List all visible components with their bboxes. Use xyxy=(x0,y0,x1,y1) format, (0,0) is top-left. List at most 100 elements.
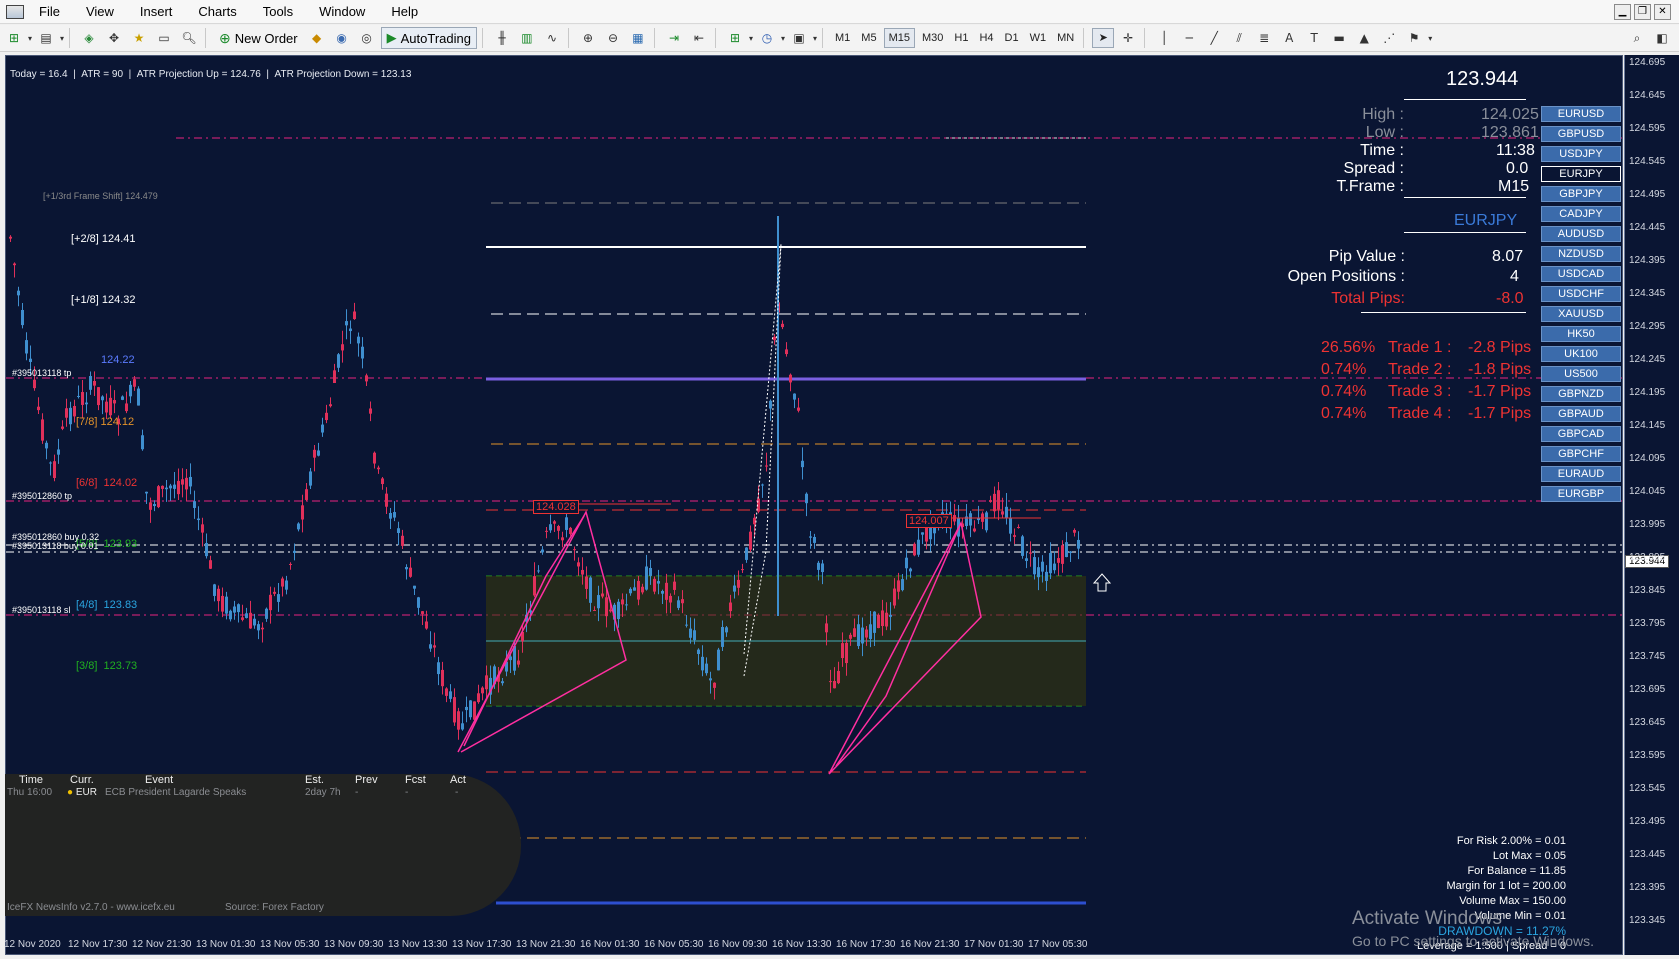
zoom-in-icon[interactable]: ⊕ xyxy=(577,27,599,49)
price-tick: 123.345 xyxy=(1629,915,1666,926)
symbol-button-eurusd[interactable]: EURUSD xyxy=(1541,106,1621,122)
timeframe-h1[interactable]: H1 xyxy=(950,28,972,48)
vertical-line-icon[interactable]: │ xyxy=(1153,27,1175,49)
symbol-button-cadjpy[interactable]: CADJPY xyxy=(1541,206,1621,222)
templates-icon[interactable]: ▣ xyxy=(788,27,810,49)
bar-chart-icon[interactable]: ╫ xyxy=(491,27,513,49)
news-header-prev: Prev xyxy=(355,774,378,786)
dropdown-icon[interactable]: ▾ xyxy=(749,27,753,49)
data-window-icon[interactable]: ★ xyxy=(128,27,150,49)
level-4-8: [4/8] 123.83 xyxy=(76,599,137,611)
text-icon[interactable]: A xyxy=(1278,27,1300,49)
zoom-out-icon[interactable]: ⊖ xyxy=(602,27,624,49)
tile-windows-icon[interactable]: ▦ xyxy=(627,27,649,49)
menu-tools[interactable]: Tools xyxy=(250,0,306,24)
symbol-button-euraud[interactable]: EURAUD xyxy=(1541,466,1621,482)
menu-file[interactable]: File xyxy=(26,0,73,24)
news-fcst: - xyxy=(405,787,409,798)
market-watch-icon[interactable]: ◈ xyxy=(78,27,100,49)
profiles-icon[interactable]: ▤ xyxy=(35,27,57,49)
horizontal-line-icon[interactable]: ─ xyxy=(1178,27,1200,49)
new-chart-icon[interactable]: ⊞ xyxy=(3,27,25,49)
time-label: Time : xyxy=(1360,142,1404,159)
timeframe-w1[interactable]: W1 xyxy=(1026,28,1051,48)
autotrading-button[interactable]: ▶ AutoTrading xyxy=(380,27,477,49)
market-icon[interactable]: ◎ xyxy=(356,27,378,49)
channel-icon[interactable]: ⫽ xyxy=(1228,27,1250,49)
symbol-button-nzdusd[interactable]: NZDUSD xyxy=(1541,246,1621,262)
time-tick: 16 Nov 17:30 xyxy=(836,939,896,950)
search-icon[interactable]: ⌕ xyxy=(1626,27,1648,49)
symbol-button-hk50[interactable]: HK50 xyxy=(1541,326,1621,342)
timeframe-m5[interactable]: M5 xyxy=(857,28,880,48)
chart-shift-icon[interactable]: ⇤ xyxy=(688,27,710,49)
gann-icon[interactable]: ⋰ xyxy=(1378,27,1400,49)
frame-shift-label: [+1/3rd Frame Shift] 124.479 xyxy=(43,191,158,201)
menu-insert[interactable]: Insert xyxy=(127,0,186,24)
symbol-button-eurjpy[interactable]: EURJPY xyxy=(1541,166,1621,182)
tester-icon[interactable]: 🔍︎ xyxy=(178,27,200,49)
metaeditor-icon[interactable]: ◆ xyxy=(306,27,328,49)
symbol-button-gbpusd[interactable]: GBPUSD xyxy=(1541,126,1621,142)
symbol-button-eurgbp[interactable]: EURGBP xyxy=(1541,486,1621,502)
order-label-buy: #395013118 buy 0.01 xyxy=(12,541,99,551)
dropdown-icon[interactable]: ▾ xyxy=(781,27,785,49)
timeframe-m1[interactable]: M1 xyxy=(831,28,854,48)
symbol-button-gbpcad[interactable]: GBPCAD xyxy=(1541,426,1621,442)
toolbar: ⊞ ▾ ▤ ▾ ◈ ✥ ★ ▭ 🔍︎ ⊕ New Order ◆ ◉ ◎ ▶ Aut… xyxy=(0,25,1679,52)
candlestick-icon[interactable]: ▥ xyxy=(516,27,538,49)
menu-help[interactable]: Help xyxy=(378,0,431,24)
symbol-button-gbpnzd[interactable]: GBPNZD xyxy=(1541,386,1621,402)
terminal-icon[interactable]: ▭ xyxy=(153,27,175,49)
triangle-icon[interactable]: ▲ xyxy=(1353,27,1375,49)
signals-icon[interactable]: ◉ xyxy=(331,27,353,49)
indicators-icon[interactable]: ⊞ xyxy=(724,27,746,49)
spread-label: Spread : xyxy=(1343,160,1404,177)
fibonacci-icon[interactable]: ≣ xyxy=(1253,27,1275,49)
trendline-icon[interactable]: ╱ xyxy=(1203,27,1225,49)
symbol-button-usdcad[interactable]: USDCAD xyxy=(1541,266,1621,282)
timeframe-mn[interactable]: MN xyxy=(1053,28,1078,48)
dropdown-icon[interactable]: ▾ xyxy=(28,27,32,49)
cursor-icon[interactable]: ➤ xyxy=(1092,28,1115,48)
symbol-button-usdjpy[interactable]: USDJPY xyxy=(1541,146,1621,162)
dropdown-icon[interactable]: ▾ xyxy=(60,27,64,49)
restore-icon[interactable]: ❐ xyxy=(1634,4,1651,20)
timeframe-h4[interactable]: H4 xyxy=(975,28,997,48)
symbol-button-usdchf[interactable]: USDCHF xyxy=(1541,286,1621,302)
menu-charts[interactable]: Charts xyxy=(185,0,249,24)
minimize-icon[interactable]: ▁ xyxy=(1614,4,1631,20)
price-tick: 124.145 xyxy=(1629,420,1666,431)
symbol-button-us500[interactable]: US500 xyxy=(1541,366,1621,382)
line-chart-icon[interactable]: ∿ xyxy=(541,27,563,49)
symbol-button-gbpaud[interactable]: GBPAUD xyxy=(1541,406,1621,422)
new-order-button[interactable]: ⊕ New Order xyxy=(214,27,303,49)
symbol-button-uk100[interactable]: UK100 xyxy=(1541,346,1621,362)
bid-price: 123.944 xyxy=(1446,68,1519,90)
price-scale[interactable]: 124.695 124.645 124.595 124.545 124.495 124.4… xyxy=(1624,55,1679,955)
rectangle-icon[interactable]: ▬ xyxy=(1328,27,1350,49)
dropdown-icon[interactable]: ▾ xyxy=(813,27,817,49)
menu-window[interactable]: Window xyxy=(306,0,378,24)
dropdown-icon[interactable]: ▾ xyxy=(1428,27,1432,49)
community-icon[interactable]: ◧ xyxy=(1651,27,1673,49)
arrows-icon[interactable]: ⚑ xyxy=(1403,27,1425,49)
symbol-button-gbpjpy[interactable]: GBPJPY xyxy=(1541,186,1621,202)
symbol-button-gbpchf[interactable]: GBPCHF xyxy=(1541,446,1621,462)
text-label-icon[interactable]: T xyxy=(1303,27,1325,49)
menu-view[interactable]: View xyxy=(73,0,127,24)
time-tick: 16 Nov 13:30 xyxy=(772,939,832,950)
close-icon[interactable]: ✕ xyxy=(1654,4,1671,20)
crosshair-icon[interactable]: ✛ xyxy=(1117,27,1139,49)
periods-icon[interactable]: ◷ xyxy=(756,27,778,49)
atr-projection-down: ATR Projection Down = 123.13 xyxy=(274,69,412,80)
symbol-button-xauusd[interactable]: XAUUSD xyxy=(1541,306,1621,322)
timeframe-m15[interactable]: M15 xyxy=(883,28,915,48)
navigator-icon[interactable]: ✥ xyxy=(103,27,125,49)
timeframe-m30[interactable]: M30 xyxy=(918,28,947,48)
timeframe-d1[interactable]: D1 xyxy=(1001,28,1023,48)
news-currency: ● EUR xyxy=(67,787,97,798)
spread-value: 0.0 xyxy=(1506,160,1529,177)
symbol-button-audusd[interactable]: AUDUSD xyxy=(1541,226,1621,242)
autoscroll-icon[interactable]: ⇥ xyxy=(663,27,685,49)
